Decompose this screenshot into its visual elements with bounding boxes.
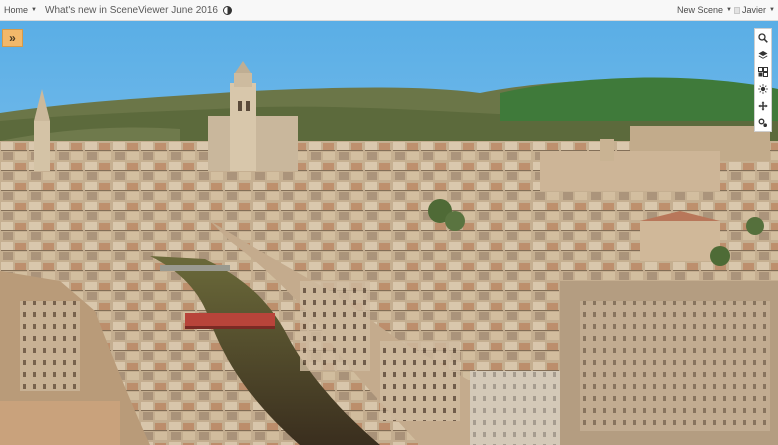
new-scene-label: New Scene [677, 5, 724, 15]
expand-panel-button[interactable]: » [2, 29, 23, 47]
layers-icon [758, 50, 768, 59]
home-menu[interactable]: Home ▼ [4, 0, 37, 20]
home-label: Home [4, 5, 29, 15]
search-icon [758, 32, 768, 43]
daylight-button[interactable] [755, 80, 771, 97]
search-button[interactable] [755, 29, 771, 46]
basemap-gallery-icon [758, 66, 768, 77]
double-chevron-right-icon: » [9, 31, 16, 45]
city-3d-render[interactable] [0, 21, 778, 445]
scene-title: What's new in SceneViewer June 2016 [45, 0, 232, 20]
settings-icon [758, 118, 767, 127]
user-menu[interactable]: Javier ▼ [734, 0, 775, 20]
page-title: What's new in SceneViewer June 2016 [45, 4, 218, 16]
navigate-icon [758, 100, 768, 111]
chevron-down-icon: ▼ [31, 7, 37, 13]
contrast-icon[interactable] [222, 5, 232, 15]
settings-button[interactable] [755, 114, 771, 131]
chevron-down-icon: ▼ [726, 7, 732, 13]
user-avatar-icon [734, 6, 740, 14]
user-name: Javier [742, 5, 767, 15]
scene-toolbar [754, 28, 772, 132]
navigate-button[interactable] [755, 97, 771, 114]
app-header: Home ▼ What's new in SceneViewer June 20… [0, 0, 778, 21]
basemap-gallery-button[interactable] [755, 63, 771, 80]
scene-view[interactable]: » [0, 21, 778, 445]
chevron-down-icon: ▼ [769, 7, 775, 13]
layers-button[interactable] [755, 46, 771, 63]
new-scene-menu[interactable]: New Scene ▼ [677, 0, 732, 20]
daylight-icon [758, 83, 768, 94]
